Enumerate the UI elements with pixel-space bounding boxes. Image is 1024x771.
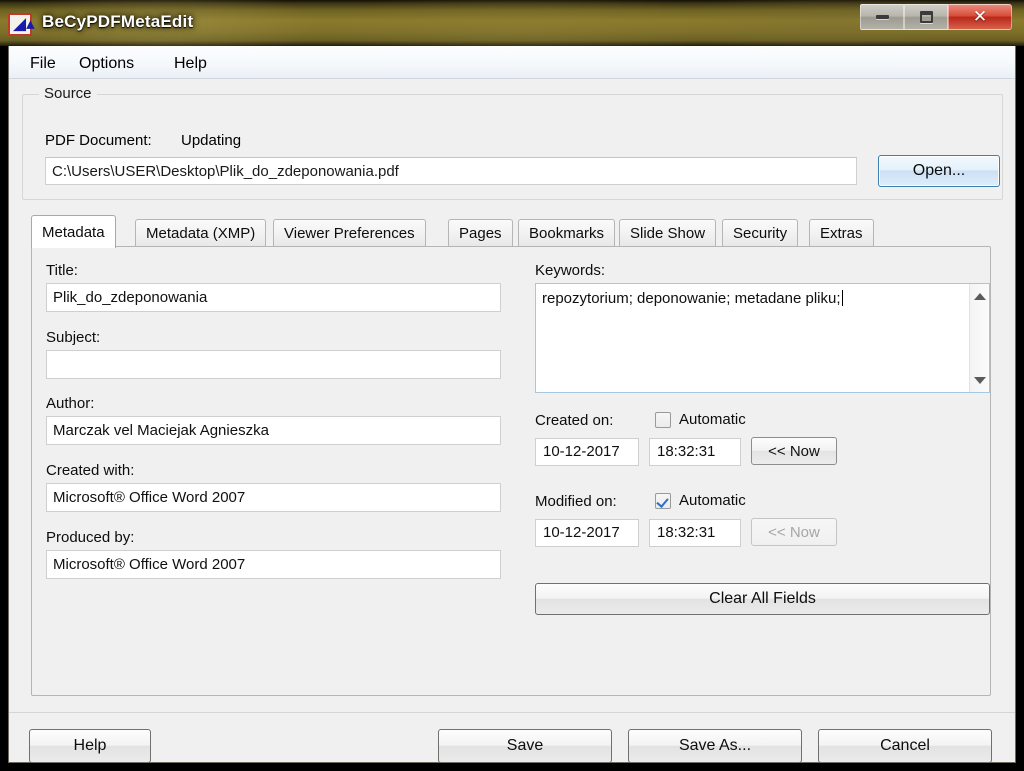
keywords-text-run: repozytorium; deponowanie; metadane plik… — [542, 290, 841, 307]
produced-by-input[interactable]: Microsoft® Office Word 2007 — [46, 550, 501, 579]
modified-on-label: Modified on: — [535, 493, 617, 510]
restore-button[interactable] — [904, 4, 948, 30]
keywords-textarea[interactable]: repozytorium; deponowanie; metadane plik… — [535, 283, 990, 393]
close-icon: ✕ — [972, 7, 988, 27]
title-label: Title: — [46, 262, 78, 279]
source-path-input[interactable]: C:\Users\USER\Desktop\Plik_do_zdeponowan… — [45, 157, 857, 185]
created-with-input[interactable]: Microsoft® Office Word 2007 — [46, 483, 501, 512]
app-icon-glyph: ◢▴ — [13, 14, 35, 34]
scroll-down-icon[interactable] — [970, 370, 990, 390]
title-bar[interactable]: ◢▴ BeCyPDFMetaEdit ✕ — [0, 0, 1024, 46]
application-window: ◢▴ BeCyPDFMetaEdit ✕ File Options Help S… — [0, 0, 1024, 771]
menu-bar: File Options Help — [9, 46, 1015, 79]
pdf-document-status: Updating — [181, 132, 242, 149]
metadata-tab-panel: Title: Plik_do_zdeponowania Subject: Aut… — [31, 246, 991, 696]
tab-extras[interactable]: Extras — [809, 219, 874, 247]
body-pane: Source PDF Document: Updating C:\Users\U… — [9, 79, 1015, 763]
tab-pages[interactable]: Pages — [448, 219, 513, 247]
created-on-now-button[interactable]: << Now — [751, 437, 837, 465]
tab-metadata-xmp[interactable]: Metadata (XMP) — [135, 219, 267, 247]
save-as-button[interactable]: Save As... — [628, 729, 802, 763]
window-title: BeCyPDFMetaEdit — [42, 12, 194, 31]
app-icon[interactable]: ◢▴ — [8, 13, 35, 36]
title-input[interactable]: Plik_do_zdeponowania — [46, 283, 501, 312]
modified-on-automatic-label: Automatic — [679, 492, 746, 509]
client-area: File Options Help Source PDF Document: U… — [8, 46, 1016, 763]
tab-slide-show[interactable]: Slide Show — [619, 219, 717, 247]
modified-on-date-input[interactable]: 10-12-2017 — [535, 519, 639, 547]
save-button[interactable]: Save — [438, 729, 612, 763]
keywords-label: Keywords: — [535, 262, 606, 279]
created-on-automatic-checkbox[interactable] — [655, 412, 671, 428]
created-on-automatic-label: Automatic — [679, 411, 746, 428]
subject-input[interactable] — [46, 350, 501, 379]
created-on-time-input[interactable]: 18:32:31 — [649, 438, 741, 466]
help-button[interactable]: Help — [29, 729, 151, 763]
author-label: Author: — [46, 395, 95, 412]
modified-on-time-input[interactable]: 18:32:31 — [649, 519, 741, 547]
modified-on-automatic-checkbox[interactable] — [655, 493, 671, 509]
minimize-button[interactable] — [860, 4, 904, 30]
source-groupbox: Source PDF Document: Updating C:\Users\U… — [22, 85, 1003, 200]
author-input[interactable]: Marczak vel Maciejak Agnieszka — [46, 416, 501, 445]
clear-all-fields-button[interactable]: Clear All Fields — [535, 583, 990, 615]
created-with-label: Created with: — [46, 462, 135, 479]
minimize-icon — [861, 5, 903, 29]
open-button[interactable]: Open... — [878, 155, 1000, 187]
text-caret — [841, 290, 843, 306]
menu-item-file[interactable]: File — [23, 53, 63, 75]
created-on-label: Created on: — [535, 412, 614, 429]
tab-metadata[interactable]: Metadata — [31, 215, 116, 248]
tab-security[interactable]: Security — [722, 219, 799, 247]
menu-item-help[interactable]: Help — [167, 53, 214, 75]
scroll-up-icon[interactable] — [970, 286, 990, 306]
tab-strip: Metadata Metadata (XMP) Viewer Preferenc… — [31, 215, 991, 248]
keywords-value: repozytorium; deponowanie; metadane plik… — [542, 289, 952, 309]
keywords-scrollbar[interactable] — [969, 284, 989, 392]
modified-on-now-button: << Now — [751, 518, 837, 546]
pdf-document-label: PDF Document: — [45, 132, 152, 149]
produced-by-label: Produced by: — [46, 529, 135, 546]
footer-separator — [9, 712, 1015, 713]
tab-viewer-preferences[interactable]: Viewer Preferences — [273, 219, 426, 247]
cancel-button[interactable]: Cancel — [818, 729, 992, 763]
close-button[interactable]: ✕ — [948, 4, 1012, 30]
created-on-date-input[interactable]: 10-12-2017 — [535, 438, 639, 466]
tab-bookmarks[interactable]: Bookmarks — [518, 219, 616, 247]
restore-icon — [905, 5, 947, 29]
source-legend: Source — [39, 85, 97, 102]
subject-label: Subject: — [46, 329, 101, 346]
menu-item-options[interactable]: Options — [72, 53, 141, 75]
